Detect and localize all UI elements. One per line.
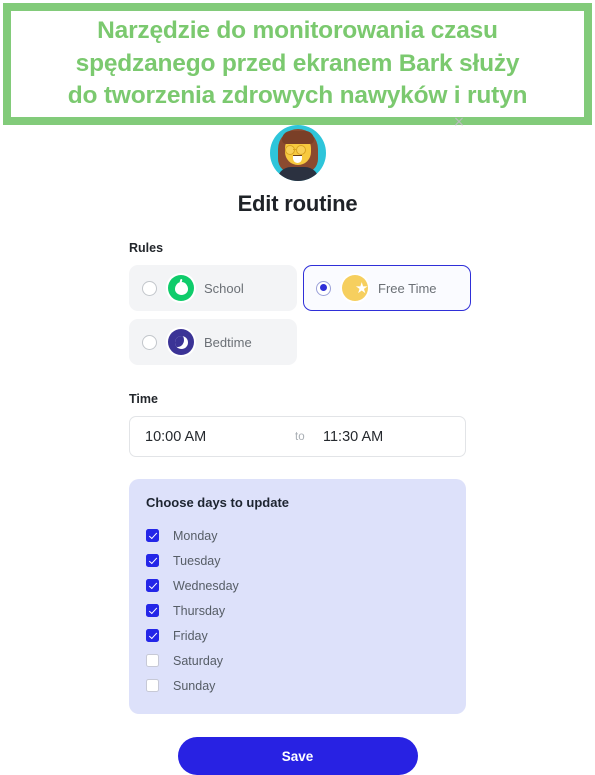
rule-option-school[interactable]: School bbox=[129, 265, 297, 311]
rule-label-free-time: Free Time bbox=[378, 280, 437, 296]
day-row-thursday[interactable]: Thursday bbox=[146, 598, 466, 623]
page-title: Edit routine bbox=[237, 191, 358, 216]
rule-label-bedtime: Bedtime bbox=[204, 334, 252, 350]
checkbox-saturday[interactable] bbox=[146, 654, 159, 667]
time-range-field[interactable]: 10:00 AM to 11:30 AM bbox=[129, 416, 466, 457]
checkbox-monday[interactable] bbox=[146, 529, 159, 542]
day-label-tuesday: Tuesday bbox=[173, 553, 221, 568]
avatar bbox=[269, 125, 326, 181]
rules-grid: School Free Time Bedtime bbox=[129, 265, 471, 365]
save-wrap: Save bbox=[0, 737, 595, 775]
day-label-thursday: Thursday bbox=[173, 603, 226, 618]
checkbox-tuesday[interactable] bbox=[146, 554, 159, 567]
radio-free-time[interactable] bbox=[316, 280, 331, 296]
checkbox-thursday[interactable] bbox=[146, 604, 159, 617]
time-start-input[interactable]: 10:00 AM bbox=[130, 429, 295, 445]
days-title: Choose days to update bbox=[146, 495, 290, 510]
checkbox-friday[interactable] bbox=[146, 629, 159, 642]
checkbox-wednesday[interactable] bbox=[146, 579, 159, 592]
avatar-glasses-right-icon bbox=[295, 145, 306, 155]
days-panel: Choose days to update Monday Tuesday Wed… bbox=[129, 479, 466, 714]
day-row-saturday[interactable]: Saturday bbox=[146, 648, 466, 673]
avatar-wrap bbox=[0, 125, 595, 181]
rule-option-bedtime[interactable]: Bedtime bbox=[129, 319, 297, 365]
avatar-fringe bbox=[281, 131, 314, 144]
day-row-monday[interactable]: Monday bbox=[146, 523, 466, 548]
time-label: Time bbox=[129, 392, 158, 406]
avatar-mouth bbox=[292, 155, 302, 163]
promo-banner: Narzędzie do monitorowania czasu spędzan… bbox=[3, 3, 592, 125]
day-row-friday[interactable]: Friday bbox=[146, 623, 466, 648]
time-section: Time 10:00 AM to 11:30 AM bbox=[129, 392, 466, 457]
day-label-wednesday: Wednesday bbox=[173, 578, 239, 593]
rule-label-school: School bbox=[204, 280, 244, 296]
radio-school[interactable] bbox=[142, 280, 157, 296]
time-end-input[interactable]: 11:30 AM bbox=[323, 429, 383, 445]
day-label-saturday: Saturday bbox=[173, 653, 224, 668]
radio-bedtime[interactable] bbox=[142, 334, 157, 350]
rules-section: Rules School Free Time Bedtime bbox=[129, 241, 471, 365]
apple-icon bbox=[168, 275, 194, 301]
day-label-sunday: Sunday bbox=[173, 678, 216, 693]
save-button[interactable]: Save bbox=[177, 737, 418, 775]
avatar-glasses-bridge bbox=[292, 148, 296, 151]
rule-option-free-time[interactable]: Free Time bbox=[303, 265, 471, 311]
day-label-monday: Monday bbox=[173, 528, 218, 543]
day-row-wednesday[interactable]: Wednesday bbox=[146, 573, 466, 598]
rules-label: Rules bbox=[129, 241, 164, 255]
edit-routine-card: Edit routine Rules School Free Time Bedt… bbox=[0, 125, 595, 775]
star-icon bbox=[342, 275, 368, 301]
day-label-friday: Friday bbox=[173, 628, 208, 643]
day-row-tuesday[interactable]: Tuesday bbox=[146, 548, 466, 573]
promo-banner-text: Narzędzie do monitorowania czasu spędzan… bbox=[67, 17, 528, 110]
checkbox-sunday[interactable] bbox=[146, 679, 159, 692]
day-row-sunday[interactable]: Sunday bbox=[146, 673, 466, 698]
moon-icon bbox=[168, 329, 194, 355]
avatar-shirt bbox=[276, 167, 319, 181]
time-separator: to bbox=[295, 430, 305, 443]
